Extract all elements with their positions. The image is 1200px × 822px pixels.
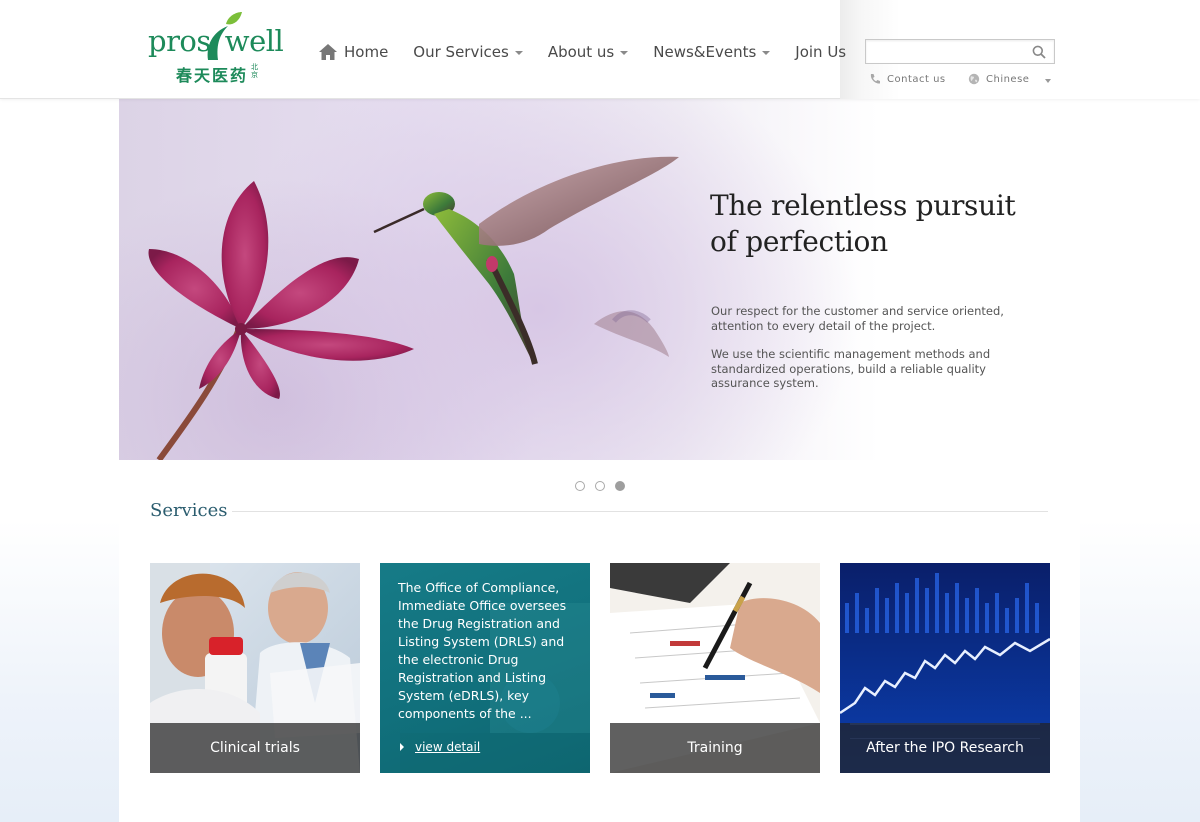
nav-home[interactable]: Home (319, 43, 388, 61)
logo-chinese-city: 北京 (251, 63, 258, 79)
home-icon (319, 44, 337, 60)
site-header: pros well 春天医药 北京 Home Our Services About… (0, 0, 1200, 99)
site-logo[interactable]: pros well 春天医药 北京 (148, 10, 288, 85)
service-card-clinical-trials[interactable]: Clinical trials (150, 563, 360, 773)
slider-dot-3[interactable] (615, 481, 625, 491)
card-caption: After the IPO Research (840, 723, 1050, 773)
logo-text-well: well (224, 24, 284, 58)
contact-us-link[interactable]: Contact us (869, 73, 946, 85)
logo-text-pros: pros (148, 24, 211, 58)
arrow-right-icon (400, 743, 404, 751)
card-caption: Clinical trials (150, 723, 360, 773)
hero-paragraph-1: Our respect for the customer and service… (711, 304, 1004, 333)
logo-chinese-name: 春天医药 (176, 66, 249, 85)
chevron-down-icon (620, 50, 629, 55)
search-input[interactable] (866, 40, 1026, 63)
nav-about-us-label: About us (547, 43, 615, 61)
nav-home-label: Home (344, 43, 389, 61)
logo-wordmark: pros well (148, 24, 284, 58)
service-card-training[interactable]: Training (610, 563, 820, 773)
phone-icon (870, 74, 880, 84)
chevron-down-icon (514, 50, 523, 55)
language-label: Chinese (986, 73, 1030, 85)
chevron-down-icon (762, 50, 771, 55)
nav-join-us-label: Join Us (795, 43, 847, 61)
slider-dot-1[interactable] (575, 481, 585, 491)
service-card-ipo-research[interactable]: After the IPO Research (840, 563, 1050, 773)
globe-icon (968, 73, 980, 85)
card-description: The Office of Compliance, Immediate Offi… (398, 580, 567, 721)
search-box (865, 39, 1055, 64)
slider-dot-2[interactable] (595, 481, 605, 491)
nav-about-us[interactable]: About us (547, 43, 629, 61)
main-nav: Home Our Services About us News&Events J… (319, 40, 871, 64)
language-selector[interactable]: Chinese (968, 73, 1029, 85)
nav-our-services[interactable]: Our Services (413, 43, 523, 61)
nav-news-events[interactable]: News&Events (653, 43, 771, 61)
slider-dots (575, 481, 635, 491)
hero-banner: The relentless pursuit of perfection Our… (119, 99, 1080, 460)
nav-join-us[interactable]: Join Us (795, 43, 846, 61)
search-icon[interactable] (1032, 45, 1046, 59)
hero-paragraph-2: We use the scientific management methods… (711, 347, 991, 390)
card-caption: Training (610, 723, 820, 773)
view-detail-label: view detail (415, 740, 481, 754)
contact-us-label: Contact us (887, 73, 946, 85)
chevron-down-icon[interactable] (1045, 79, 1051, 83)
hero-title: The relentless pursuit of perfection (710, 189, 1016, 258)
hero-illustration (148, 156, 679, 460)
services-heading: Services (150, 500, 228, 521)
nav-our-services-label: Our Services (413, 43, 509, 61)
services-divider (232, 511, 1048, 512)
view-detail-link[interactable]: view detail (400, 740, 480, 754)
service-card-compliance[interactable]: The Office of Compliance, Immediate Offi… (380, 563, 590, 773)
nav-news-events-label: News&Events (653, 43, 757, 61)
